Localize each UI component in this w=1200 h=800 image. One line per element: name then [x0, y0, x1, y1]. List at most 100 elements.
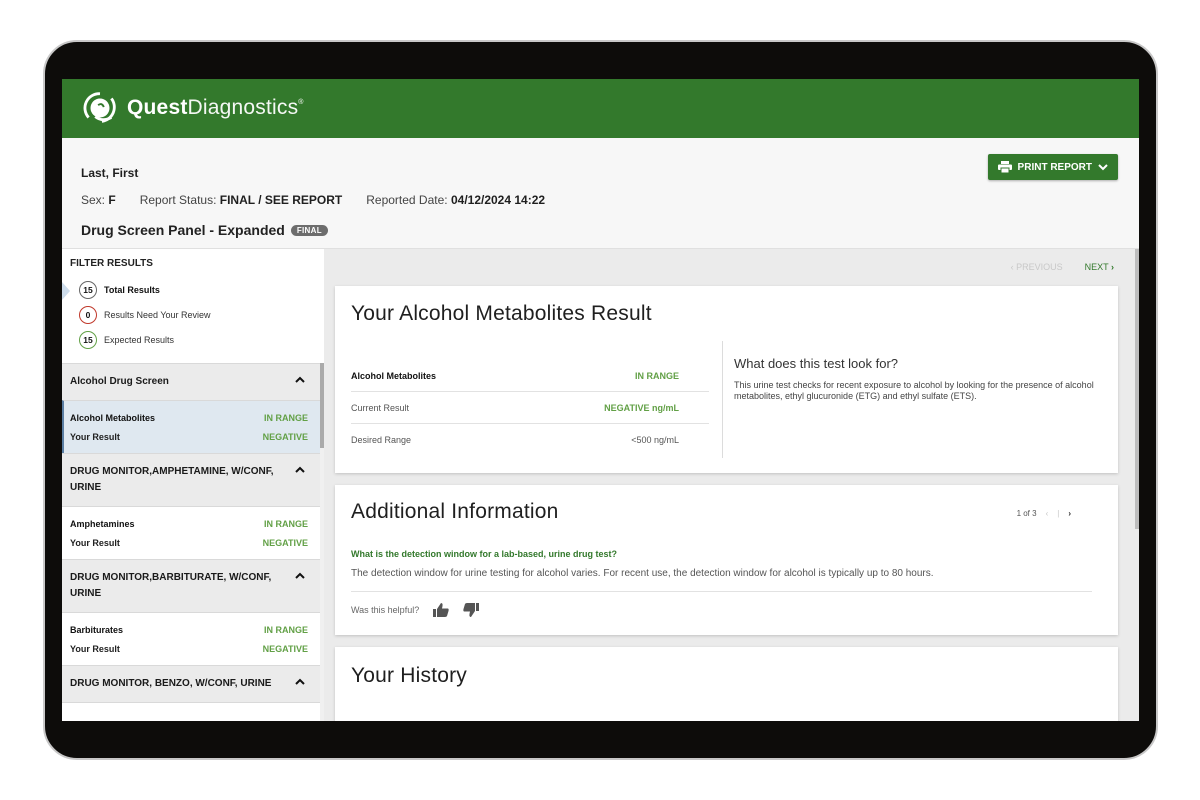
patient-name: Last, First [81, 166, 139, 180]
group-title: DRUG MONITOR,AMPHETAMINE, W/CONF, URINE [70, 466, 274, 493]
filter-need-review[interactable]: 0 Results Need Your Review [79, 306, 211, 324]
print-report-button[interactable]: PRINT REPORT [987, 154, 1118, 180]
pager-divider: | [1057, 509, 1060, 518]
list-item[interactable]: Alcohol Metabolites IN RANGE Your Result N… [62, 400, 320, 453]
group-title: Alcohol Drug Screen [70, 376, 169, 387]
info-answer: The detection window for urine testing f… [351, 568, 934, 579]
prev-info-button[interactable]: ‹ [1046, 509, 1049, 518]
list-item[interactable]: Barbiturates IN RANGE Your Result NEGATIVE [62, 612, 320, 665]
result-name: Amphetamines [70, 519, 135, 529]
main-panel: ‹ PREVIOUS NEXT › Your Alcohol Metabolit… [324, 249, 1139, 721]
row-label: Alcohol Metabolites [351, 370, 437, 381]
report-meta: Sex: F Report Status: FINAL / SEE REPORT… [81, 193, 569, 207]
table-row: Desired Range <500 ng/mL [351, 424, 709, 456]
top-bar: QuestDiagnostics® [62, 79, 1139, 138]
brand-name: QuestDiagnostics® [127, 96, 304, 120]
filter-title: FILTER RESULTS [70, 258, 153, 269]
results-sidebar: FILTER RESULTS 15 Total Results 0 Result… [62, 249, 324, 721]
previous-label: PREVIOUS [1016, 262, 1063, 272]
group-header[interactable]: Alcohol Drug Screen [62, 363, 320, 400]
thumbs-down-icon[interactable] [463, 603, 480, 617]
result-status: IN RANGE [263, 413, 308, 423]
helpful-label: Was this helpful? [351, 605, 420, 615]
chevron-down-icon [1098, 163, 1108, 170]
print-report-label: PRINT REPORT [1017, 161, 1092, 173]
row-value: NEGATIVE ng/mL [604, 402, 679, 413]
brand-name-bold: Quest [127, 96, 188, 119]
chevron-up-icon [295, 376, 305, 383]
filter-label: Results Need Your Review [104, 310, 211, 320]
group-title: DRUG MONITOR, BENZO, W/CONF, URINE [70, 678, 272, 689]
result-status: IN RANGE [263, 625, 308, 635]
count-circle: 15 [79, 281, 97, 299]
group-title: DRUG MONITOR,BARBITURATE, W/CONF, URINE [70, 572, 272, 599]
quest-logo[interactable]: QuestDiagnostics® [81, 89, 304, 127]
test-info: What does this test look for? This urine… [734, 356, 1094, 402]
brand-name-light: Diagnostics [187, 96, 299, 119]
row-label: Current Result [351, 402, 410, 413]
patient-header: Last, First Sex: F Report Status: FINAL … [62, 138, 1139, 248]
next-info-button[interactable]: › [1068, 509, 1071, 518]
result-value: NEGATIVE [262, 432, 308, 442]
count-circle: 15 [79, 331, 97, 349]
list-item[interactable] [62, 702, 320, 721]
reported-date-value: 04/12/2024 14:22 [450, 193, 546, 207]
history-card: Your History [335, 647, 1118, 721]
result-name: Alcohol Metabolites [70, 413, 156, 423]
filter-label: Total Results [104, 285, 160, 295]
result-status: IN RANGE [263, 519, 308, 529]
results-list: Alcohol Drug Screen Alcohol Metabolites I… [62, 363, 320, 721]
previous-button[interactable]: ‹ PREVIOUS [1011, 262, 1063, 272]
your-result-label: Your Result [70, 644, 120, 654]
chevron-up-icon [295, 678, 305, 685]
next-label: NEXT [1084, 262, 1109, 272]
result-name: Barbiturates [70, 625, 124, 635]
group-header[interactable]: DRUG MONITOR,BARBITURATE, W/CONF, URINE [62, 559, 320, 612]
active-filter-indicator [62, 282, 70, 300]
filter-total-results[interactable]: 15 Total Results [79, 281, 160, 299]
report-status-label: Report Status: [139, 193, 217, 207]
row-value: IN RANGE [634, 370, 679, 381]
info-pager: 1 of 3 ‹ | › [1017, 509, 1071, 518]
result-pager: ‹ PREVIOUS NEXT › [1011, 262, 1114, 272]
status-badge: FINAL [290, 224, 328, 236]
your-result-label: Your Result [70, 538, 120, 548]
next-button[interactable]: NEXT › [1085, 262, 1114, 272]
thumbs-up-icon[interactable] [433, 603, 449, 617]
trademark: ® [298, 99, 304, 106]
feedback-row: Was this helpful? [351, 603, 480, 617]
group-header[interactable]: DRUG MONITOR, BENZO, W/CONF, URINE [62, 665, 320, 702]
history-title: Your History [351, 664, 468, 687]
reported-date-label: Reported Date: [366, 193, 448, 207]
row-label: Desired Range [351, 435, 412, 445]
result-value: NEGATIVE [262, 644, 308, 654]
main-scrollbar[interactable] [1135, 249, 1139, 529]
group-header[interactable]: DRUG MONITOR,AMPHETAMINE, W/CONF, URINE [62, 453, 320, 506]
page-indicator: 1 of 3 [1016, 509, 1037, 518]
chevron-up-icon [295, 466, 305, 473]
result-value: NEGATIVE [262, 538, 308, 548]
app-screen: QuestDiagnostics® Last, First Sex: F Rep… [62, 79, 1139, 721]
list-item[interactable]: Amphetamines IN RANGE Your Result NEGATIVE [62, 506, 320, 559]
sex-value: F [108, 193, 116, 207]
report-status-value: FINAL / SEE REPORT [219, 193, 343, 207]
test-info-text: This urine test checks for recent exposu… [734, 380, 1094, 401]
printer-icon [997, 161, 1012, 173]
result-card: Your Alcohol Metabolites Result Alcohol … [335, 286, 1118, 473]
count-circle: 0 [79, 306, 97, 324]
sex-label: Sex: [81, 193, 106, 207]
additional-info-card: Additional Information 1 of 3 ‹ | › What… [335, 485, 1118, 635]
test-info-title: What does this test look for? [734, 356, 899, 371]
quest-logo-icon [83, 92, 116, 123]
row-value: <500 ng/mL [631, 435, 679, 445]
divider [351, 591, 1092, 592]
chevron-up-icon [295, 572, 305, 579]
table-row: Current Result NEGATIVE ng/mL [351, 392, 709, 424]
content-area: FILTER RESULTS 15 Total Results 0 Result… [62, 248, 1139, 721]
filter-label: Expected Results [104, 335, 175, 345]
additional-info-title: Additional Information [351, 500, 559, 523]
divider [722, 341, 723, 458]
info-question: What is the detection window for a lab-b… [351, 549, 618, 559]
filter-expected-results[interactable]: 15 Expected Results [79, 331, 174, 349]
filter-results-panel: FILTER RESULTS 15 Total Results 0 Result… [62, 249, 324, 363]
